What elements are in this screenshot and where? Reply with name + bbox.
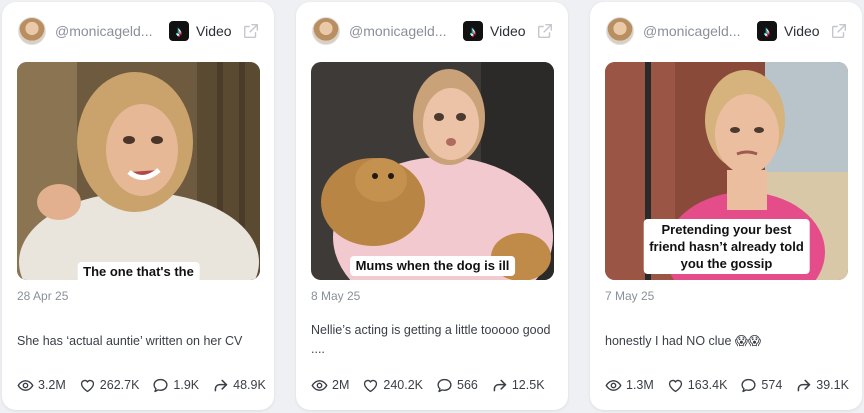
platform-label: Video xyxy=(784,23,820,39)
views-count: 2M xyxy=(332,378,350,392)
external-link-icon[interactable] xyxy=(242,22,260,40)
video-thumbnail[interactable]: Mums when the dog is ill xyxy=(311,62,554,280)
video-card[interactable]: @monicageld... ♪ Video Pretending your b… xyxy=(590,2,862,410)
comments-stat: 566 xyxy=(436,377,478,394)
heart-icon xyxy=(668,379,682,392)
heart-icon xyxy=(364,379,378,392)
video-thumbnail[interactable]: Pretending your best friend hasn’t alrea… xyxy=(605,62,848,280)
share-icon xyxy=(797,379,811,391)
comment-icon xyxy=(437,378,452,392)
avatar[interactable] xyxy=(312,17,340,45)
video-caption: Mums when the dog is ill xyxy=(349,256,516,276)
comments-count: 574 xyxy=(761,378,783,392)
post-date: 8 May 25 xyxy=(311,289,361,303)
shares-count: 12.5K xyxy=(511,378,545,392)
shares-stat: 39.1K xyxy=(795,377,849,394)
post-date: 7 May 25 xyxy=(605,289,655,303)
views-count: 1.3M xyxy=(626,378,654,392)
video-caption: The one that's the xyxy=(77,262,200,280)
likes-stat: 163.4K xyxy=(667,377,728,394)
video-caption: Pretending your best friend hasn’t alrea… xyxy=(643,219,810,274)
platform-label: Video xyxy=(196,23,232,39)
views-count: 3.2M xyxy=(38,378,66,392)
card-header: @monicageld... ♪ Video xyxy=(312,16,554,46)
creator-handle[interactable]: @monicageld... xyxy=(643,23,743,39)
views-stat: 3.2M xyxy=(17,377,66,394)
video-card[interactable]: @monicageld... ♪ Video The one that's th… xyxy=(2,2,274,410)
comments-count: 566 xyxy=(457,378,478,392)
eye-icon xyxy=(311,379,328,391)
caption-line: friend hasn’t already told xyxy=(649,239,804,254)
likes-count: 163.4K xyxy=(687,378,728,392)
external-link-icon[interactable] xyxy=(830,22,848,40)
comment-icon xyxy=(153,378,168,392)
shares-count: 48.9K xyxy=(233,378,266,392)
likes-stat: 262.7K xyxy=(79,377,140,394)
creator-handle[interactable]: @monicageld... xyxy=(349,23,449,39)
views-stat: 1.3M xyxy=(605,377,654,394)
video-card[interactable]: @monicageld... ♪ Video Mums when the dog… xyxy=(296,2,568,410)
shares-stat: 48.9K xyxy=(212,377,266,394)
engagement-stats: 2M 240.2K 566 12.5K xyxy=(311,376,558,394)
comments-stat: 574 xyxy=(740,377,782,394)
likes-count: 262.7K xyxy=(99,378,140,392)
tiktok-icon: ♪ xyxy=(757,21,777,41)
share-icon xyxy=(493,379,507,391)
comments-count: 1.9K xyxy=(173,378,200,392)
post-description: Nellie’s acting is getting a little tooo… xyxy=(311,323,551,356)
share-icon xyxy=(214,379,228,391)
post-date: 28 Apr 25 xyxy=(17,289,69,303)
video-thumbnail[interactable]: The one that's the xyxy=(17,62,260,280)
comments-stat: 1.9K xyxy=(152,377,199,394)
tiktok-icon: ♪ xyxy=(169,21,189,41)
engagement-stats: 3.2M 262.7K 1.9K 48.9K xyxy=(17,376,266,394)
shares-count: 39.1K xyxy=(816,378,849,392)
shares-stat: 12.5K xyxy=(491,377,545,394)
engagement-stats: 1.3M 163.4K 574 39.1K xyxy=(605,376,852,394)
avatar[interactable] xyxy=(606,17,634,45)
creator-handle[interactable]: @monicageld... xyxy=(55,23,155,39)
post-description: honestly I had NO clue 😱😱 xyxy=(605,334,761,348)
caption-line: you the gossip xyxy=(680,256,773,271)
likes-stat: 240.2K xyxy=(362,377,423,394)
avatar[interactable] xyxy=(18,17,46,45)
card-header: @monicageld... ♪ Video xyxy=(18,16,260,46)
caption-line: Pretending your best xyxy=(661,222,792,237)
post-description: She has ‘actual auntie’ written on her C… xyxy=(17,334,243,348)
heart-icon xyxy=(80,379,94,392)
external-link-icon[interactable] xyxy=(536,22,554,40)
eye-icon xyxy=(605,379,622,391)
comment-icon xyxy=(741,378,756,392)
eye-icon xyxy=(17,379,34,391)
platform-label: Video xyxy=(490,23,526,39)
likes-count: 240.2K xyxy=(383,378,423,392)
views-stat: 2M xyxy=(311,377,349,394)
tiktok-icon: ♪ xyxy=(463,21,483,41)
card-header: @monicageld... ♪ Video xyxy=(606,16,848,46)
